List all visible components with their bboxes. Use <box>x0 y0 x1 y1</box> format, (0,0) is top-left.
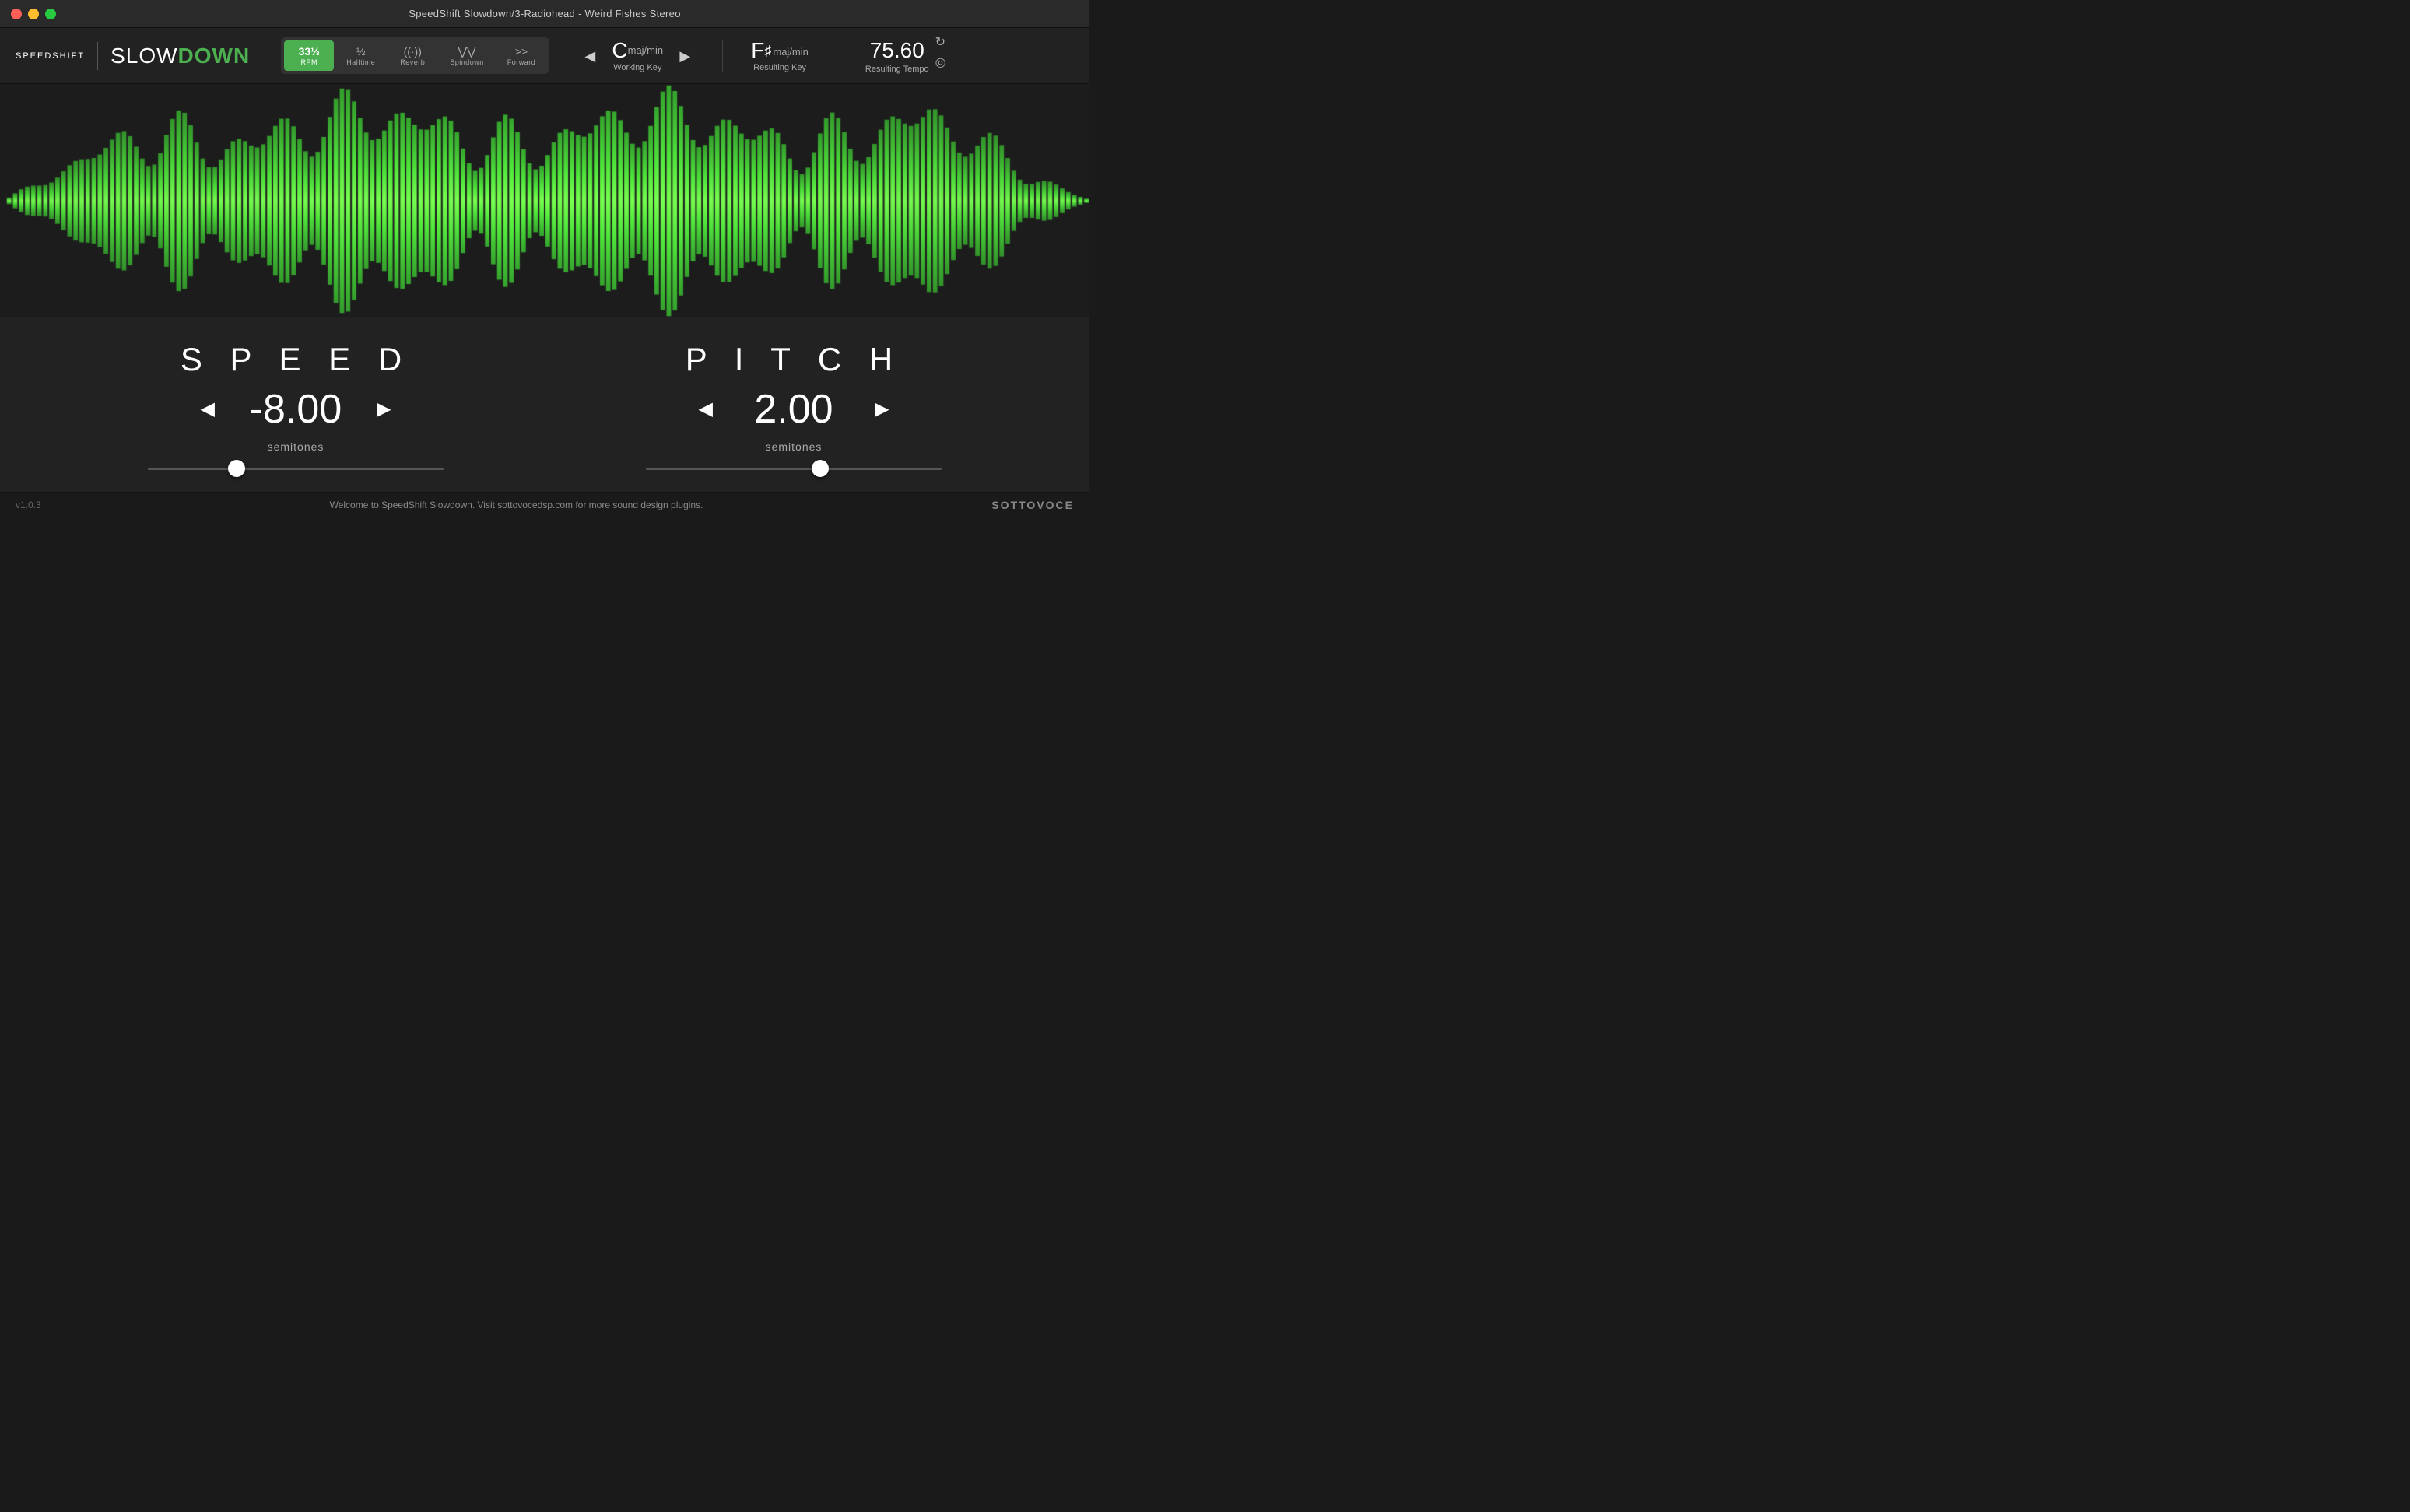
transport-btn-rpm[interactable]: 33⅓ RPM <box>284 40 334 72</box>
speed-unit: semitones <box>268 440 324 453</box>
resulting-key-letter: F <box>751 40 764 61</box>
spindown-label: Spindown <box>450 58 484 66</box>
traffic-lights <box>11 9 56 19</box>
working-key-section: ◀ C maj/min Working Key ▶ <box>581 40 694 72</box>
minimize-button[interactable] <box>28 9 39 19</box>
transport-buttons: 33⅓ RPM ½ Halftime ((·)) Reverb ⋁⋁ Spind… <box>281 37 549 75</box>
resulting-key-quality: maj/min <box>773 46 809 58</box>
speed-slider-track[interactable] <box>148 468 444 470</box>
pitch-slider-container <box>646 461 942 476</box>
close-button[interactable] <box>11 9 22 19</box>
working-key-letter: C <box>612 40 627 61</box>
pitch-unit: semitones <box>766 440 823 453</box>
forward-icon: >> <box>515 45 528 58</box>
pitch-section: P I T C H ◀ 2.00 ▶ semitones <box>545 341 1043 476</box>
tempo-refresh-icon[interactable]: ↻ <box>935 34 946 50</box>
resulting-key-note: F ♯ maj/min <box>751 40 809 61</box>
rpm-label: RPM <box>300 58 317 66</box>
pitch-label: P I T C H <box>686 341 902 378</box>
waveform-canvas <box>0 84 1089 317</box>
status-brand: SOTTOVOCE <box>991 499 1074 511</box>
brand-area: SPEEDSHIFT SLOW DOWN <box>16 42 250 70</box>
working-key-quality: maj/min <box>628 44 664 56</box>
speed-slider-container <box>148 461 444 476</box>
transport-btn-spindown[interactable]: ⋁⋁ Spindown <box>439 40 495 72</box>
waveform-container[interactable] <box>0 84 1089 317</box>
key-separator <box>722 40 723 72</box>
speed-control-row: ◀ -8.00 ▶ <box>201 386 391 433</box>
working-key-prev-button[interactable]: ◀ <box>581 49 599 63</box>
window-title: SpeedShift Slowdown/3-Radiohead - Weird … <box>409 8 681 19</box>
toolbar: SPEEDSHIFT SLOW DOWN 33⅓ RPM ½ Halftime … <box>0 28 1089 84</box>
working-key-label: Working Key <box>613 63 661 72</box>
speed-section: S P E E D ◀ -8.00 ▶ semitones <box>47 341 545 476</box>
tempo-icons: ↻ ◎ <box>935 34 946 70</box>
speed-slider-thumb[interactable] <box>228 460 245 477</box>
pitch-increase-button[interactable]: ▶ <box>875 400 889 419</box>
tempo-target-icon[interactable]: ◎ <box>935 54 946 70</box>
pitch-value: 2.00 <box>731 386 856 433</box>
speed-decrease-button[interactable]: ◀ <box>201 400 215 419</box>
pitch-slider-track[interactable] <box>646 468 942 470</box>
forward-label: Forward <box>507 58 536 66</box>
brand-slowdown: SLOW DOWN <box>111 44 250 68</box>
pitch-control-row: ◀ 2.00 ▶ <box>699 386 889 433</box>
brand-down-text: DOWN <box>178 44 251 68</box>
speed-increase-button[interactable]: ▶ <box>377 400 391 419</box>
resulting-key-accidental: ♯ <box>764 43 771 59</box>
working-key-note: C maj/min <box>612 40 663 61</box>
resulting-tempo-section: 75.60 Resulting Tempo ↻ ◎ <box>865 34 946 78</box>
working-key-display: C maj/min Working Key <box>602 40 672 72</box>
working-key-next-button[interactable]: ▶ <box>675 49 694 63</box>
brand-speedshift-label: SPEEDSHIFT <box>16 51 85 61</box>
brand-slow-text: SLOW <box>111 44 177 68</box>
transport-btn-forward[interactable]: >> Forward <box>496 40 547 72</box>
resulting-tempo-value: 75.60 <box>870 38 924 63</box>
bottom-controls: S P E E D ◀ -8.00 ▶ semitones P I T C H … <box>0 317 1089 492</box>
transport-btn-reverb[interactable]: ((·)) Reverb <box>388 40 437 72</box>
transport-btn-halftime[interactable]: ½ Halftime <box>335 40 386 72</box>
resulting-key-section: F ♯ maj/min Resulting Key <box>751 40 809 72</box>
brand-divider <box>97 42 98 70</box>
version-label: v1.0.3 <box>16 500 41 510</box>
halftime-icon: ½ <box>356 45 366 58</box>
reverb-label: Reverb <box>400 58 425 66</box>
status-bar: v1.0.3 Welcome to SpeedShift Slowdown. V… <box>0 492 1089 517</box>
halftime-label: Halftime <box>346 58 375 66</box>
resulting-tempo-label: Resulting Tempo <box>865 65 929 74</box>
spindown-icon: ⋁⋁ <box>458 45 476 58</box>
fullscreen-button[interactable] <box>45 9 56 19</box>
pitch-slider-thumb[interactable] <box>812 460 829 477</box>
resulting-tempo-display: 75.60 Resulting Tempo <box>865 38 929 74</box>
resulting-key-label: Resulting Key <box>753 63 806 72</box>
rpm-icon: 33⅓ <box>299 45 320 58</box>
pitch-decrease-button[interactable]: ◀ <box>699 400 713 419</box>
speed-label: S P E E D <box>181 341 411 378</box>
status-message: Welcome to SpeedShift Slowdown. Visit so… <box>41 500 992 510</box>
speed-value: -8.00 <box>233 386 358 433</box>
reverb-icon: ((·)) <box>404 45 422 58</box>
title-bar: SpeedShift Slowdown/3-Radiohead - Weird … <box>0 0 1089 28</box>
